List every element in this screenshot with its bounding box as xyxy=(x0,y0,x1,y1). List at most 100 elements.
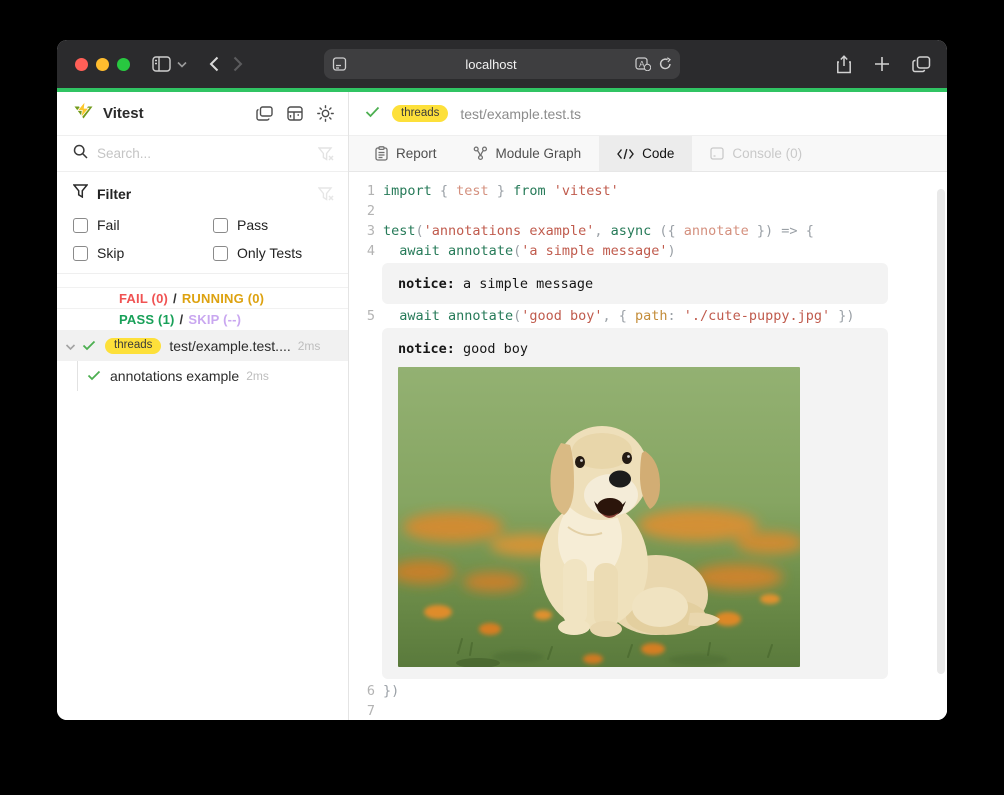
tab-label: Code xyxy=(642,146,674,161)
forward-button[interactable] xyxy=(233,56,243,72)
scrollbar-thumb[interactable] xyxy=(937,189,945,674)
annotation-message: good boy xyxy=(455,341,528,357)
skip-count: SKIP (--) xyxy=(188,312,241,327)
share-icon[interactable] xyxy=(836,55,852,74)
tab-module-graph[interactable]: Module Graph xyxy=(455,136,600,171)
filter-checkbox-fail[interactable]: Fail xyxy=(73,217,213,233)
tab-label: Report xyxy=(396,146,437,161)
annotation-type-label: notice: xyxy=(398,276,455,292)
new-tab-icon[interactable] xyxy=(874,56,890,72)
file-name: test/example.test.... xyxy=(169,338,290,354)
status-row-pass-skip: PASS (1) / SKIP (--) xyxy=(57,309,348,331)
sidebar-header: Vitest xyxy=(57,92,348,136)
duration: 2ms xyxy=(246,369,269,383)
traffic-lights xyxy=(75,58,130,71)
annotation-type-label: notice: xyxy=(398,341,455,357)
pool-badge: threads xyxy=(105,338,161,355)
dashboard-icon[interactable] xyxy=(285,103,305,124)
code-line: 3test('annotations example', async ({ an… xyxy=(349,221,947,241)
line-number: 4 xyxy=(349,241,375,261)
annotation-notice-box: notice: good boy xyxy=(382,328,888,679)
tab-overview-icon[interactable] xyxy=(912,56,931,73)
checkbox-icon xyxy=(213,246,228,261)
checkbox-icon xyxy=(213,218,228,233)
line-number: 2 xyxy=(349,201,375,221)
duration: 2ms xyxy=(298,339,321,353)
minimize-window-button[interactable] xyxy=(96,58,109,71)
code-line: 6}) xyxy=(349,681,947,701)
code-line: 7 xyxy=(349,701,947,720)
page-settings-icon[interactable] xyxy=(332,57,347,71)
separator: / xyxy=(173,291,177,306)
theme-toggle-sun-icon[interactable] xyxy=(315,103,336,124)
code-line: 5 await annotate('good boy', { path: './… xyxy=(349,306,947,326)
filter-section: Filter Fail Pass xyxy=(57,172,348,274)
filter-icon xyxy=(73,184,88,203)
app-title: Vitest xyxy=(103,105,254,122)
search-icon xyxy=(73,144,88,164)
clear-search-filter-icon[interactable] xyxy=(316,145,336,163)
indent-guide xyxy=(77,361,78,391)
search-input[interactable] xyxy=(97,146,316,161)
collapse-tests-icon[interactable] xyxy=(254,103,275,124)
line-number: 6 xyxy=(349,681,375,701)
chevron-down-icon[interactable] xyxy=(177,61,187,68)
view-tabs: Report Module Graph Code xyxy=(349,136,947,172)
status-row-fail-running: FAIL (0) / RUNNING (0) xyxy=(57,287,348,309)
reload-icon[interactable] xyxy=(659,57,672,71)
code-line: 4 await annotate('a simple message') xyxy=(349,241,947,261)
code-line: 1import { test } from 'vitest' xyxy=(349,181,947,201)
filter-checkbox-only-tests[interactable]: Only Tests xyxy=(213,245,336,261)
address-bar[interactable]: localhost A xyxy=(324,49,680,79)
tab-console[interactable]: Console (0) xyxy=(692,136,820,171)
annotation-message: a simple message xyxy=(455,276,593,292)
checkbox-icon xyxy=(73,246,88,261)
code-content: 1import { test } from 'vitest'23test('an… xyxy=(349,181,947,720)
test-name: annotations example xyxy=(110,368,239,384)
browser-window: localhost A xyxy=(57,40,947,720)
pool-badge: threads xyxy=(392,105,448,122)
sidebar: Vitest xyxy=(57,92,349,720)
code-line: 2 xyxy=(349,201,947,221)
test-status-summary: FAIL (0) / RUNNING (0) PASS (1) / SKIP (… xyxy=(57,274,348,331)
line-number: 1 xyxy=(349,181,375,201)
vitest-logo-icon xyxy=(73,101,94,126)
running-count: RUNNING (0) xyxy=(182,291,264,306)
test-file-row[interactable]: threads test/example.test.... 2ms xyxy=(57,331,348,361)
code-viewer: 1import { test } from 'vitest'23test('an… xyxy=(349,173,947,720)
tab-code[interactable]: Code xyxy=(599,136,692,171)
filter-title: Filter xyxy=(97,186,316,202)
main-panel: threads test/example.test.ts Report xyxy=(349,92,947,720)
clear-filters-icon[interactable] xyxy=(316,185,336,203)
filter-label: Fail xyxy=(97,217,120,233)
separator: / xyxy=(180,312,184,327)
pass-check-icon xyxy=(87,368,101,384)
file-path: test/example.test.ts xyxy=(460,106,581,122)
test-case-row[interactable]: annotations example 2ms xyxy=(57,361,348,391)
line-number: 3 xyxy=(349,221,375,241)
filter-label: Only Tests xyxy=(237,245,302,261)
close-window-button[interactable] xyxy=(75,58,88,71)
filter-label: Pass xyxy=(237,217,268,233)
chevron-down-icon[interactable] xyxy=(65,338,76,354)
tab-label: Console (0) xyxy=(732,146,802,161)
filter-checkbox-pass[interactable]: Pass xyxy=(213,217,336,233)
file-header: threads test/example.test.ts xyxy=(349,92,947,136)
pass-check-icon xyxy=(365,105,380,123)
zoom-window-button[interactable] xyxy=(117,58,130,71)
sidebar-toggle-icon[interactable] xyxy=(152,56,171,72)
line-number: 7 xyxy=(349,701,375,720)
checkbox-icon xyxy=(73,218,88,233)
pass-check-icon xyxy=(82,338,96,354)
line-number: 5 xyxy=(349,306,375,326)
translate-icon[interactable]: A xyxy=(635,57,651,71)
filter-label: Skip xyxy=(97,245,124,261)
tab-report[interactable]: Report xyxy=(357,136,455,171)
filter-checkbox-skip[interactable]: Skip xyxy=(73,245,213,261)
back-button[interactable] xyxy=(209,56,219,72)
url-text: localhost xyxy=(347,57,635,72)
pass-count: PASS (1) xyxy=(119,312,175,327)
fail-count: FAIL (0) xyxy=(119,291,168,306)
puppy-photo xyxy=(398,367,800,667)
tab-label: Module Graph xyxy=(496,146,582,161)
